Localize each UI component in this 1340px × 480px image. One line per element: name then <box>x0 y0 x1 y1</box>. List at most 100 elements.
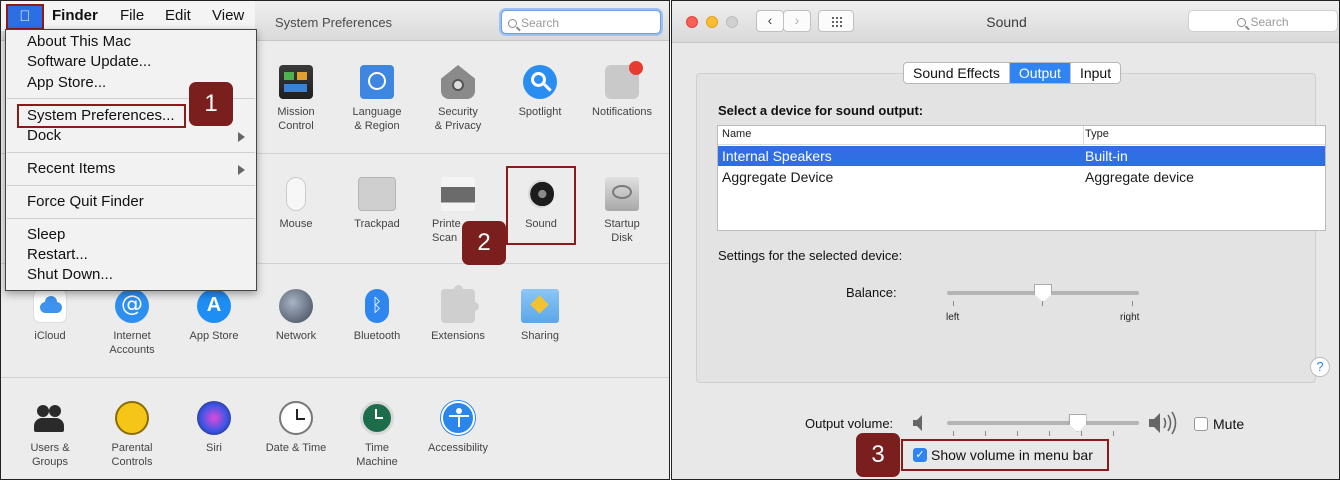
app-store-icon: A <box>197 289 231 323</box>
pref-label: Language & Region <box>352 106 402 132</box>
pref-label: Internet Accounts <box>109 330 155 356</box>
slider-tick <box>1049 431 1050 436</box>
menu-item-recent-items[interactable]: Recent Items <box>27 160 115 177</box>
speaker-low-icon <box>913 415 922 431</box>
pref-label: Users & Groups <box>30 442 70 468</box>
pref-label: Notifications <box>592 106 652 118</box>
pref-network[interactable]: Network <box>254 289 338 343</box>
tab-input[interactable]: Input <box>1071 63 1120 83</box>
pref-internet-accounts[interactable]: @ Internet Accounts <box>90 289 174 357</box>
pref-label: App Store <box>189 330 239 342</box>
menu-item-sleep[interactable]: Sleep <box>27 226 65 243</box>
network-globe-icon <box>279 289 313 323</box>
menu-item-software-update[interactable]: Software Update... <box>27 53 151 70</box>
parental-icon <box>115 401 149 435</box>
slider-tick <box>985 431 986 436</box>
accessibility-icon <box>441 401 475 435</box>
globe-flag-icon <box>360 65 394 99</box>
menu-item-about-this-mac[interactable]: About This Mac <box>27 33 131 50</box>
step-badge-3: 3 <box>856 433 900 477</box>
menu-separator <box>7 218 255 219</box>
mission-control-icon <box>279 65 313 99</box>
pref-sharing[interactable]: Sharing <box>498 289 582 343</box>
pref-label: Bluetooth <box>353 330 401 342</box>
menu-file[interactable]: File <box>120 7 144 24</box>
menu-item-dock[interactable]: Dock <box>27 127 61 144</box>
device-type: Aggregate device <box>1085 169 1194 185</box>
menu-item-app-store[interactable]: App Store... <box>27 74 106 91</box>
pref-label: Trackpad <box>354 218 400 230</box>
system-preferences-window: System Preferences Search Mission Contro… <box>0 0 670 480</box>
pref-siri[interactable]: Siri <box>172 401 256 455</box>
pref-icloud[interactable]: iCloud <box>8 289 92 343</box>
column-header-name[interactable]: Name <box>722 128 751 140</box>
sound-preferences-window: ‹ › Sound Search Sound Effects Output In… <box>671 0 1340 480</box>
segmented-tabs: Sound Effects Output Input <box>903 62 1122 84</box>
notifications-icon <box>605 61 643 99</box>
menu-item-force-quit[interactable]: Force Quit Finder <box>27 193 144 210</box>
pref-spotlight[interactable]: Spotlight <box>498 65 582 119</box>
pref-extensions[interactable]: Extensions <box>416 285 500 343</box>
pref-label: Parental Controls <box>111 442 153 468</box>
balance-right-label: right <box>1120 312 1140 323</box>
pref-time-machine[interactable]: Time Machine <box>335 401 419 469</box>
cloud-icon <box>33 289 67 323</box>
menu-view[interactable]: View <box>212 7 244 24</box>
pref-app-store[interactable]: A App Store <box>172 289 256 343</box>
volume-slider-knob[interactable] <box>1068 414 1087 432</box>
siri-icon <box>197 401 231 435</box>
pref-date-time[interactable]: Date & Time <box>254 401 338 455</box>
menu-item-restart[interactable]: Restart... <box>27 246 88 263</box>
menu-edit[interactable]: Edit <box>165 7 191 24</box>
tab-output[interactable]: Output <box>1009 63 1071 83</box>
pref-security-privacy[interactable]: Security & Privacy <box>416 65 500 133</box>
pref-bluetooth[interactable]: ᛒ Bluetooth <box>335 289 419 343</box>
pref-label: Spotlight <box>518 106 562 118</box>
pref-trackpad[interactable]: Trackpad <box>335 177 419 231</box>
annotation-highlight-system-preferences <box>17 104 186 128</box>
menu-item-shut-down[interactable]: Shut Down... <box>27 266 113 283</box>
time-machine-icon <box>360 401 394 435</box>
mute-checkbox[interactable] <box>1194 417 1208 431</box>
pref-notifications[interactable]: Notifications <box>580 61 664 119</box>
apple-logo-icon[interactable]:  <box>6 4 44 30</box>
bluetooth-icon: ᛒ <box>365 289 389 323</box>
pref-parental-controls[interactable]: Parental Controls <box>90 401 174 469</box>
clock-icon <box>279 401 313 435</box>
pref-label: Mission Control <box>277 106 315 132</box>
slider-tick <box>1132 301 1133 306</box>
tab-sound-effects[interactable]: Sound Effects <box>904 63 1010 83</box>
settings-label: Settings for the selected device: <box>718 248 903 263</box>
trackpad-icon <box>358 177 396 211</box>
table-row[interactable]: Internal Speakers Built-in <box>718 146 1325 166</box>
search-field[interactable]: Search <box>1188 10 1338 32</box>
printer-icon <box>441 177 475 211</box>
puzzle-icon <box>441 285 479 323</box>
volume-slider-track[interactable] <box>947 421 1139 425</box>
pref-label: Time Machine <box>356 442 398 468</box>
menu-finder[interactable]: Finder <box>52 7 98 24</box>
apple-menu-dropdown: About This Mac Software Update... App St… <box>5 29 257 291</box>
step-badge-2: 2 <box>462 221 506 265</box>
device-table: Name Type Internal Speakers Built-in Agg… <box>717 125 1326 231</box>
pref-startup-disk[interactable]: Startup Disk <box>580 177 664 245</box>
pref-language-region[interactable]: Language & Region <box>335 65 419 133</box>
pref-mission-control[interactable]: Mission Control <box>254 65 338 133</box>
pref-label: Startup Disk <box>604 218 640 244</box>
title-bar: ‹ › Sound Search <box>672 1 1339 43</box>
search-field[interactable]: Search <box>501 10 661 34</box>
balance-left-label: left <box>946 312 960 323</box>
device-type: Built-in <box>1085 148 1128 164</box>
help-button[interactable]: ? <box>1310 357 1330 377</box>
pref-label: Date & Time <box>265 442 327 454</box>
search-icon <box>1237 18 1247 27</box>
pref-accessibility[interactable]: Accessibility <box>416 401 500 455</box>
search-icon <box>508 19 517 28</box>
section-divider <box>1 377 669 378</box>
slider-tick <box>953 431 954 436</box>
pref-mouse[interactable]: Mouse <box>254 177 338 231</box>
pref-users-groups[interactable]: Users & Groups <box>8 401 92 469</box>
column-header-type[interactable]: Type <box>1085 128 1109 140</box>
table-row[interactable]: Aggregate Device Aggregate device <box>718 167 1325 187</box>
menu-separator <box>7 152 255 153</box>
